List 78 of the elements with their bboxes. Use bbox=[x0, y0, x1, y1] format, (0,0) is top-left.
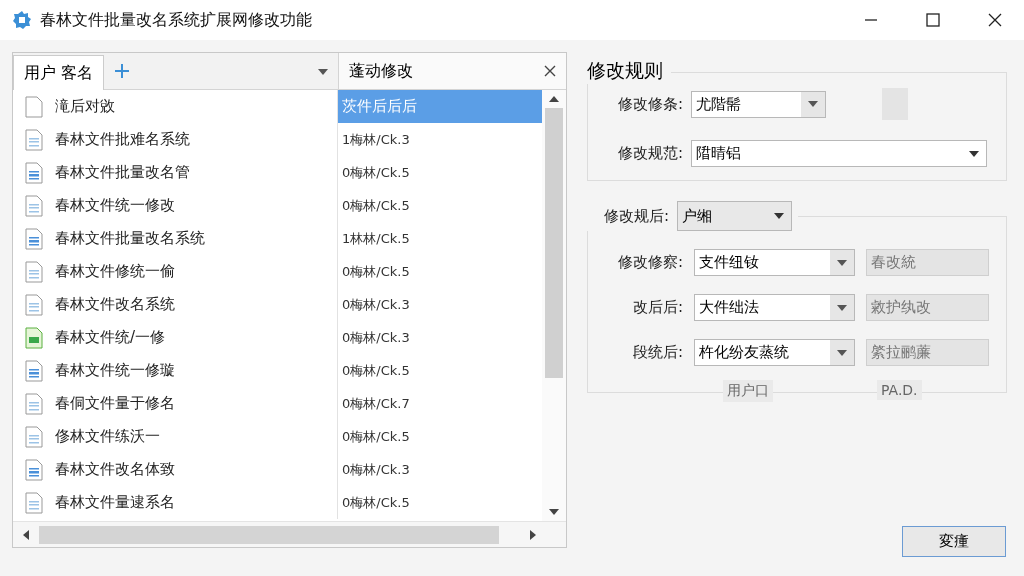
file-name[interactable]: 春林文件统一修璇 bbox=[55, 361, 175, 380]
column-header: 蓬动修改 bbox=[349, 60, 413, 82]
close-icon[interactable] bbox=[544, 65, 556, 77]
window-title: 春林文件批量改名系统扩展网修改功能 bbox=[40, 9, 313, 31]
dropdown-icon[interactable] bbox=[318, 69, 328, 75]
file-icon bbox=[25, 293, 43, 316]
field-label: 修改规后: bbox=[602, 206, 669, 226]
table-cell[interactable]: 0梅林/Ck.5 bbox=[338, 486, 542, 519]
file-name[interactable]: 春林文件批量改名管 bbox=[55, 163, 190, 182]
file-name[interactable]: 俢林文件练沃一 bbox=[55, 427, 160, 446]
vertical-scrollbar[interactable] bbox=[542, 90, 566, 521]
file-icon bbox=[25, 458, 43, 481]
scroll-right-icon[interactable] bbox=[530, 529, 536, 540]
field-label: 改后后: bbox=[631, 298, 683, 317]
group-title: 修改规则 bbox=[587, 58, 671, 84]
file-icon bbox=[25, 359, 43, 382]
dropdown[interactable]: 杵化纷友蒸统 bbox=[694, 339, 855, 366]
caret-icon[interactable] bbox=[837, 349, 847, 356]
dropdown[interactable]: 户缃 bbox=[677, 201, 792, 231]
dropdown[interactable]: 支件纽钕 bbox=[694, 249, 855, 276]
file-icon bbox=[25, 392, 43, 415]
table-cell[interactable]: 0梅林/Ck.3 bbox=[338, 453, 542, 486]
dropdown[interactable]: 大件绌法 bbox=[694, 294, 855, 321]
file-name[interactable]: 春林文件改名系统 bbox=[55, 295, 175, 314]
caret-icon[interactable] bbox=[837, 304, 847, 311]
file-name[interactable]: 春林文件修统一偷 bbox=[55, 262, 175, 281]
footer-label: PA.D. bbox=[877, 380, 922, 400]
field-label: 段统后: bbox=[631, 343, 683, 362]
table-cell[interactable]: 1林林/Ck.5 bbox=[338, 222, 542, 255]
horizontal-scrollbar[interactable] bbox=[13, 521, 566, 547]
table-cell[interactable]: 0梅林/Ck.5 bbox=[338, 354, 542, 387]
file-name[interactable]: 春林文件批难名系统 bbox=[55, 130, 190, 149]
scroll-down-icon[interactable] bbox=[549, 509, 559, 515]
table-cell[interactable]: 0梅林/Ck.3 bbox=[338, 288, 542, 321]
file-icon bbox=[25, 227, 43, 250]
text-field[interactable]: 敹护纨改 bbox=[866, 294, 989, 321]
table-cell[interactable]: 0梅林/Ck.5 bbox=[338, 189, 542, 222]
app-icon bbox=[12, 10, 32, 30]
text-field[interactable]: 春改統 bbox=[866, 249, 989, 276]
caret-icon[interactable] bbox=[808, 101, 818, 107]
add-icon[interactable] bbox=[114, 63, 131, 79]
file-name[interactable]: 春侗文件量于修名 bbox=[55, 394, 175, 413]
file-icon bbox=[25, 128, 43, 151]
field-label: 修改修条: bbox=[616, 94, 683, 114]
file-name[interactable]: 春林文件改名体致 bbox=[55, 460, 175, 479]
file-icon bbox=[25, 95, 43, 118]
close-icon[interactable] bbox=[988, 13, 1002, 27]
table-cell[interactable]: 0梅林/Ck.5 bbox=[338, 156, 542, 189]
table-cell[interactable]: 1梅林/Ck.3 bbox=[338, 123, 542, 156]
dropdown[interactable]: 尤階髵 bbox=[691, 90, 826, 118]
table-cell[interactable]: 0梅林/Ck.5 bbox=[338, 255, 542, 288]
file-icon bbox=[25, 194, 43, 217]
file-name[interactable]: 春林文件量逮系名 bbox=[55, 493, 175, 512]
table-cell[interactable]: 0梅林/Ck.3 bbox=[338, 321, 542, 354]
field-label: 修改修察: bbox=[616, 253, 683, 272]
file-icon bbox=[25, 161, 43, 184]
file-icon bbox=[25, 491, 43, 514]
text-field[interactable]: 綮拉鹂薕 bbox=[866, 339, 989, 366]
file-name[interactable]: 春林文件统/一修 bbox=[55, 328, 166, 347]
table-cell[interactable]: 0梅林/Ck.5 bbox=[338, 420, 542, 453]
field-label: 修改规范: bbox=[616, 144, 683, 163]
confirm-button[interactable]: 変瘇 bbox=[902, 526, 1006, 557]
file-name[interactable]: 春林文件批量改名系统 bbox=[55, 229, 205, 248]
caret-icon[interactable] bbox=[774, 213, 784, 219]
file-name[interactable]: 春林文件统一修改 bbox=[55, 196, 175, 215]
maximize-icon[interactable] bbox=[926, 13, 940, 27]
file-name[interactable]: 滝后对敓 bbox=[55, 97, 115, 116]
caret-icon[interactable] bbox=[837, 259, 847, 266]
scroll-left-icon[interactable] bbox=[23, 529, 29, 540]
file-icon bbox=[25, 260, 43, 283]
scroll-up-icon[interactable] bbox=[549, 96, 559, 102]
file-icon bbox=[25, 425, 43, 448]
caret-icon[interactable] bbox=[969, 150, 979, 157]
table-cell[interactable]: 0梅林/Ck.7 bbox=[338, 387, 542, 420]
tab[interactable]: 用户 客名 bbox=[13, 55, 105, 90]
dropdown[interactable]: 陹晴铝 bbox=[691, 140, 987, 167]
file-icon bbox=[25, 326, 43, 349]
footer-label: 用户口 bbox=[723, 380, 773, 402]
